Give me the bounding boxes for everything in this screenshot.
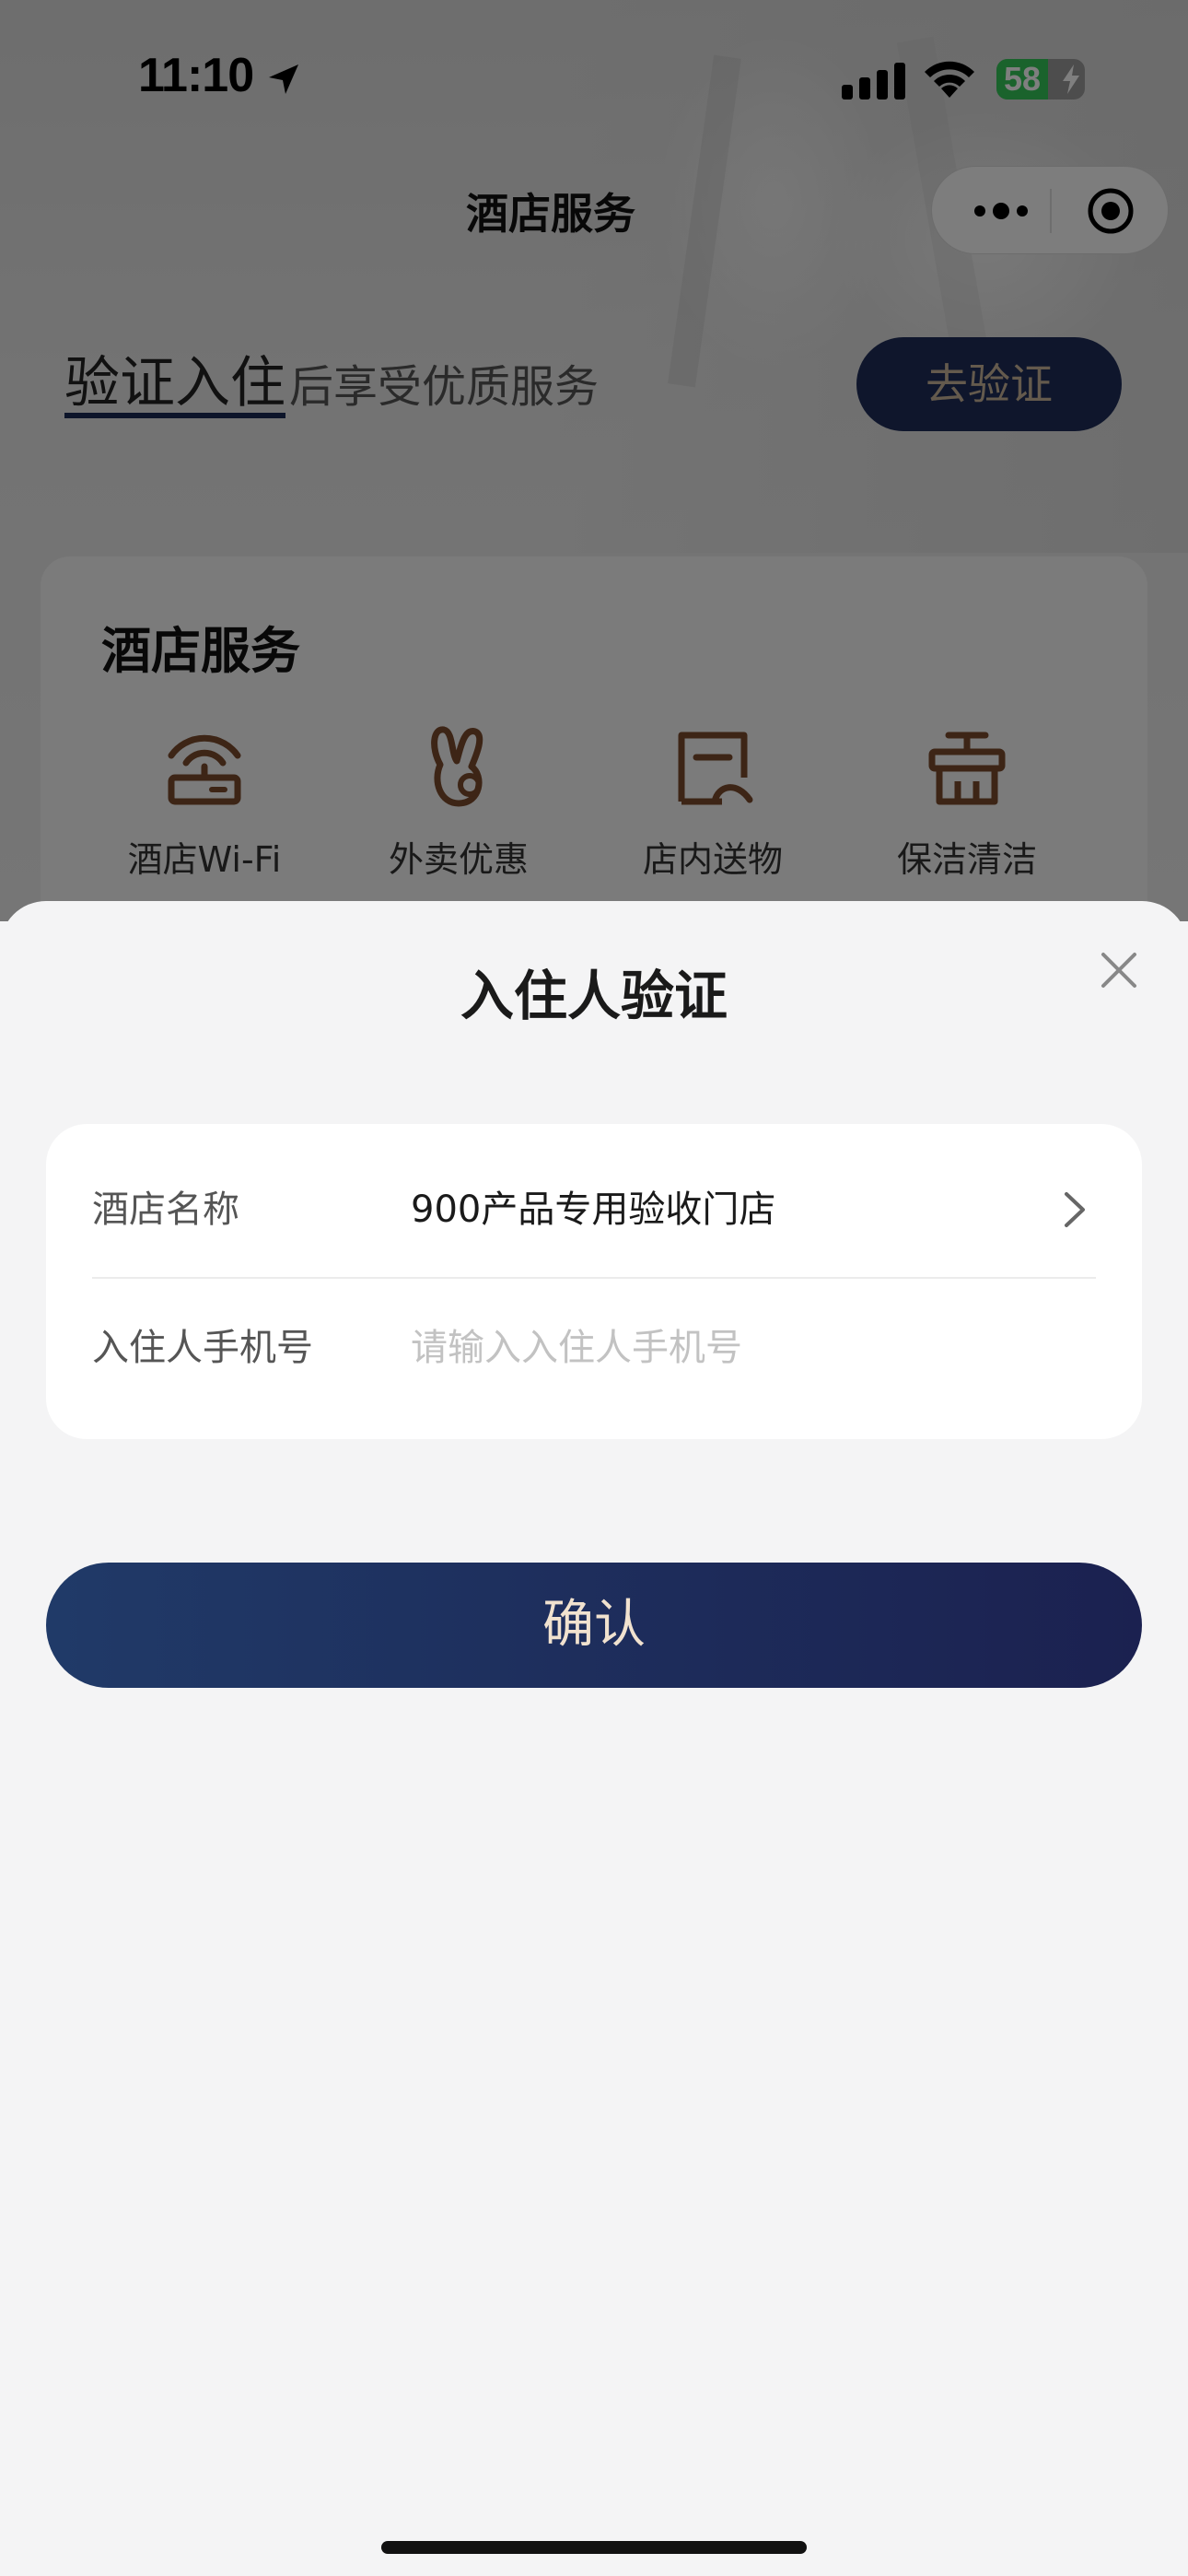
verification-form: 酒店名称 900产品专用验收门店 入住人手机号: [46, 1124, 1142, 1439]
guest-verification-sheet: 入住人验证 酒店名称 900产品专用验收门店 入住人手机号 确认: [0, 901, 1188, 2576]
chevron-right-icon[interactable]: [1054, 1188, 1096, 1231]
hotel-name-row[interactable]: 酒店名称 900产品专用验收门店: [92, 1141, 1096, 1279]
confirm-button[interactable]: 确认: [46, 1563, 1142, 1688]
hotel-name-value[interactable]: 900产品专用验收门店: [411, 1141, 775, 1279]
modal-overlay[interactable]: [0, 0, 1188, 921]
close-icon[interactable]: [1096, 947, 1142, 993]
sheet-title: 入住人验证: [460, 965, 728, 1027]
guest-phone-label: 入住人手机号: [92, 1327, 313, 1369]
background-page: 11:10 58 酒店服务: [0, 0, 1188, 921]
hotel-name-label: 酒店名称: [92, 1188, 239, 1231]
guest-phone-input[interactable]: [411, 1323, 1074, 1373]
home-indicator: [381, 2541, 807, 2554]
guest-phone-row: 入住人手机号: [92, 1279, 1096, 1417]
